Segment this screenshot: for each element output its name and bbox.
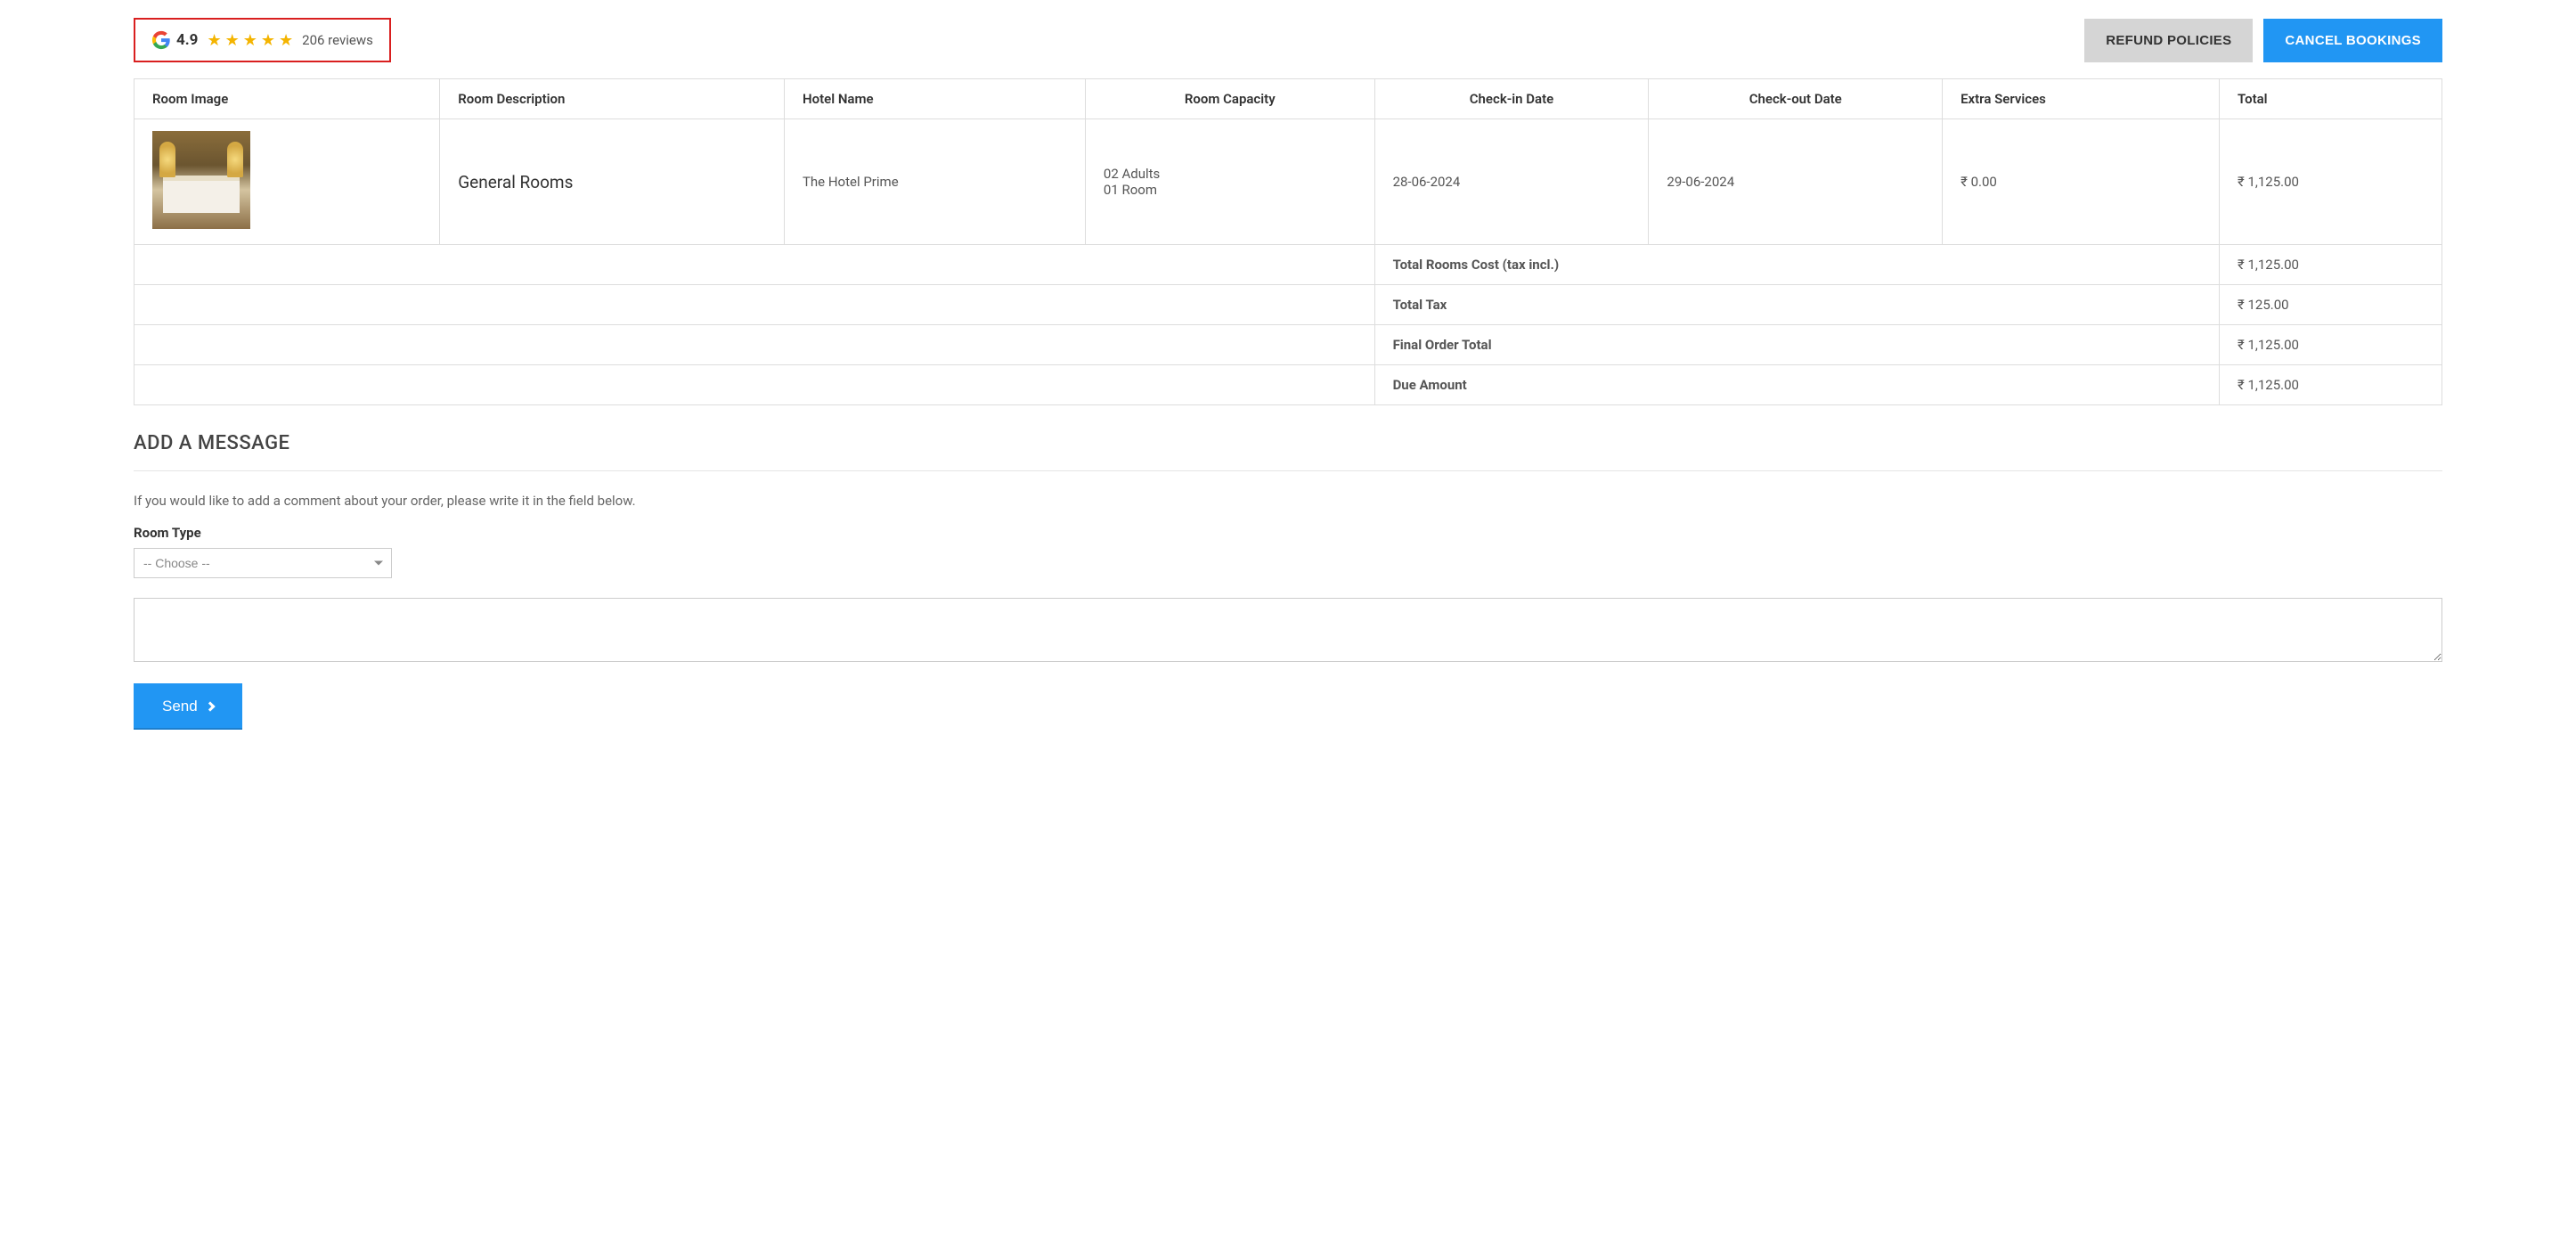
summary-rooms-cost-value: ₹ 1,125.00 [2220, 245, 2442, 285]
send-button-label: Send [162, 698, 198, 715]
add-message-title: ADD A MESSAGE [134, 432, 2442, 454]
reviews-count: 206 reviews [302, 32, 373, 48]
star-icon: ★ [225, 31, 240, 50]
hotel-name: The Hotel Prime [784, 119, 1085, 245]
google-rating-badge[interactable]: 4.9 ★ ★ ★ ★ ★ 206 reviews [134, 18, 391, 62]
extras-value: ₹ 0.00 [1943, 119, 2220, 245]
star-icon: ★ [261, 31, 275, 50]
col-checkin: Check-in Date [1374, 79, 1649, 119]
booking-table: Room Image Room Description Hotel Name R… [134, 78, 2442, 405]
room-description: General Rooms [458, 172, 573, 192]
summary-final-value: ₹ 1,125.00 [2220, 325, 2442, 365]
room-type-select[interactable]: -- Choose -- [134, 548, 392, 578]
summary-final-label: Final Order Total [1374, 325, 2219, 365]
checkout-date: 29-06-2024 [1649, 119, 1943, 245]
message-textarea[interactable] [134, 598, 2442, 662]
col-extras: Extra Services [1943, 79, 2220, 119]
rating-stars: ★ ★ ★ ★ ★ [207, 31, 293, 50]
summary-tax-label: Total Tax [1374, 285, 2219, 325]
col-room-image: Room Image [135, 79, 440, 119]
col-room-capacity: Room Capacity [1085, 79, 1374, 119]
message-hint: If you would like to add a comment about… [134, 493, 2442, 509]
room-image [152, 131, 250, 229]
checkin-date: 28-06-2024 [1374, 119, 1649, 245]
summary-due-label: Due Amount [1374, 365, 2219, 405]
send-button[interactable]: Send [134, 683, 242, 730]
col-total: Total [2220, 79, 2442, 119]
capacity-adults: 02 Adults [1104, 166, 1357, 182]
summary-tax-value: ₹ 125.00 [2220, 285, 2442, 325]
cancel-bookings-button[interactable]: CANCEL BOOKINGS [2263, 19, 2442, 62]
room-type-label: Room Type [134, 525, 2442, 541]
divider [134, 470, 2442, 471]
col-room-description: Room Description [440, 79, 785, 119]
google-icon [151, 30, 171, 50]
table-row: General Rooms The Hotel Prime 02 Adults … [135, 119, 2442, 245]
row-total: ₹ 1,125.00 [2220, 119, 2442, 245]
chevron-right-icon [205, 701, 215, 711]
col-hotel-name: Hotel Name [784, 79, 1085, 119]
col-checkout: Check-out Date [1649, 79, 1943, 119]
rating-value: 4.9 [176, 31, 198, 49]
summary-due-value: ₹ 1,125.00 [2220, 365, 2442, 405]
star-icon: ★ [243, 31, 257, 50]
star-icon: ★ [279, 31, 293, 50]
star-icon: ★ [207, 31, 221, 50]
capacity-rooms: 01 Room [1104, 182, 1357, 198]
refund-policies-button[interactable]: REFUND POLICIES [2084, 19, 2253, 62]
summary-rooms-cost-label: Total Rooms Cost (tax incl.) [1374, 245, 2219, 285]
